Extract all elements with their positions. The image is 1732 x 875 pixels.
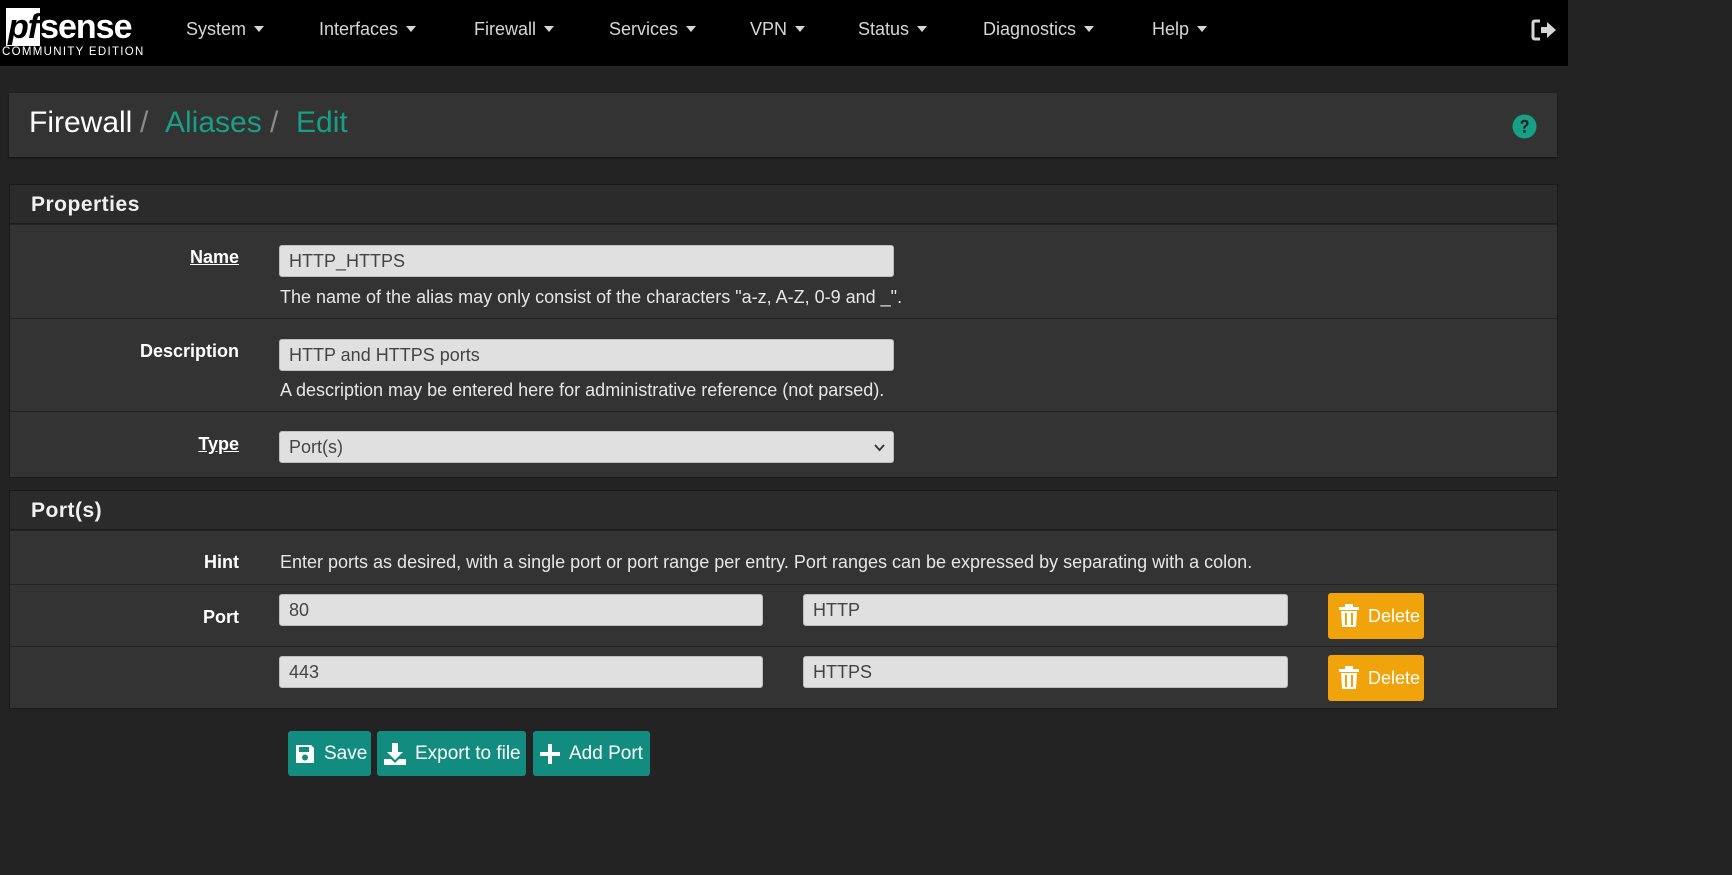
hint-text: Enter ports as desired, with a single po… xyxy=(280,552,1253,572)
menu-interfaces-label: Interfaces xyxy=(319,19,399,39)
caret-down-icon xyxy=(254,26,265,33)
delete-button-label: Delete xyxy=(1368,605,1421,626)
menu-diagnostics[interactable]: Diagnostics xyxy=(983,19,1095,40)
hint-row: Hint Enter ports as desired, with a sing… xyxy=(10,530,1557,584)
menu-system-label: System xyxy=(186,19,247,39)
top-navbar: pf sense COMMUNITY EDITION System Interfa… xyxy=(0,0,1568,66)
save-button-label: Save xyxy=(324,742,368,764)
type-selected-value: Port(s) xyxy=(289,437,343,457)
ports-title: Port(s) xyxy=(31,499,103,522)
name-help-text: The name of the alias may only consist o… xyxy=(280,287,903,307)
caret-down-icon xyxy=(406,26,417,33)
caret-down-icon xyxy=(795,26,806,33)
breadcrumb-edit[interactable]: Edit xyxy=(296,106,348,140)
sign-out-icon[interactable] xyxy=(1531,18,1557,42)
breadcrumb-separator: / xyxy=(140,106,149,139)
menu-help-label: Help xyxy=(1152,19,1190,39)
pfsense-logo[interactable]: pf sense COMMUNITY EDITION xyxy=(2,6,150,64)
caret-down-icon xyxy=(917,26,928,33)
port-input[interactable]: 443 xyxy=(279,656,763,688)
menu-firewall[interactable]: Firewall xyxy=(474,19,555,40)
properties-title: Properties xyxy=(31,193,140,216)
delete-button[interactable]: Delete xyxy=(1328,593,1424,639)
port-label: Port xyxy=(203,607,239,627)
description-help-text: A description may be entered here for ad… xyxy=(280,380,885,400)
breadcrumb: Firewall / Aliases / Edit xyxy=(9,93,1557,157)
hint-label: Hint xyxy=(204,552,239,572)
port-description-input[interactable]: HTTP xyxy=(803,594,1288,626)
name-row: Name HTTP_HTTPS The name of the alias ma… xyxy=(10,224,1557,318)
menu-services-label: Services xyxy=(609,19,679,39)
menu-help[interactable]: Help xyxy=(1152,19,1208,40)
export-button[interactable]: Export to file xyxy=(377,731,526,776)
caret-down-icon xyxy=(686,26,697,33)
delete-button[interactable]: Delete xyxy=(1328,655,1424,701)
menu-status[interactable]: Status xyxy=(858,19,928,40)
edition-label: COMMUNITY EDITION xyxy=(2,46,145,58)
type-select[interactable]: Port(s) xyxy=(279,431,894,463)
ports-panel: Port(s) Hint Enter ports as desired, wit… xyxy=(9,490,1558,709)
description-label: Description xyxy=(139,341,239,361)
type-label[interactable]: Type xyxy=(198,434,239,455)
description-input[interactable]: HTTP and HTTPS ports xyxy=(279,339,894,371)
name-label[interactable]: Name xyxy=(190,247,239,268)
menu-interfaces[interactable]: Interfaces xyxy=(319,19,417,40)
menu-services[interactable]: Services xyxy=(609,19,697,40)
breadcrumb-firewall: Firewall xyxy=(29,106,133,139)
description-row: Description HTTP and HTTPS ports A descr… xyxy=(10,318,1557,411)
menu-system[interactable]: System xyxy=(186,19,265,40)
plus-icon xyxy=(540,743,560,764)
menu-vpn[interactable]: VPN xyxy=(750,19,806,40)
export-button-label: Export to file xyxy=(415,742,521,764)
trash-icon xyxy=(1339,604,1359,627)
port-row: 443 HTTPS Delete xyxy=(10,646,1557,708)
save-icon xyxy=(296,744,314,763)
add-port-button-label: Add Port xyxy=(569,742,643,764)
caret-down-icon xyxy=(1197,26,1208,33)
breadcrumb-separator: / xyxy=(270,106,279,139)
save-button[interactable]: Save xyxy=(288,731,371,776)
menu-vpn-label: VPN xyxy=(750,19,788,39)
trash-icon xyxy=(1339,666,1359,689)
breadcrumb-aliases[interactable]: Aliases xyxy=(165,106,262,140)
logo-sense-text: sense xyxy=(40,8,132,46)
chevron-down-icon xyxy=(874,444,885,452)
delete-button-label: Delete xyxy=(1368,667,1421,688)
caret-down-icon xyxy=(544,26,555,33)
logo-pf-text: pf xyxy=(6,8,41,46)
caret-down-icon xyxy=(1084,26,1095,33)
name-input[interactable]: HTTP_HTTPS xyxy=(279,245,894,277)
menu-firewall-label: Firewall xyxy=(474,19,537,39)
add-port-button[interactable]: Add Port xyxy=(533,731,650,776)
properties-panel: Properties Name HTTP_HTTPS The name of t… xyxy=(9,184,1558,478)
menu-status-label: Status xyxy=(858,19,910,39)
download-icon xyxy=(384,742,406,765)
type-row: Type Port(s) xyxy=(10,411,1557,477)
port-row: Port 80 HTTP Delete xyxy=(10,584,1557,646)
port-input[interactable]: 80 xyxy=(279,594,763,626)
port-description-input[interactable]: HTTPS xyxy=(803,656,1288,688)
menu-diagnostics-label: Diagnostics xyxy=(983,19,1077,39)
question-circle-icon[interactable] xyxy=(1512,114,1537,139)
